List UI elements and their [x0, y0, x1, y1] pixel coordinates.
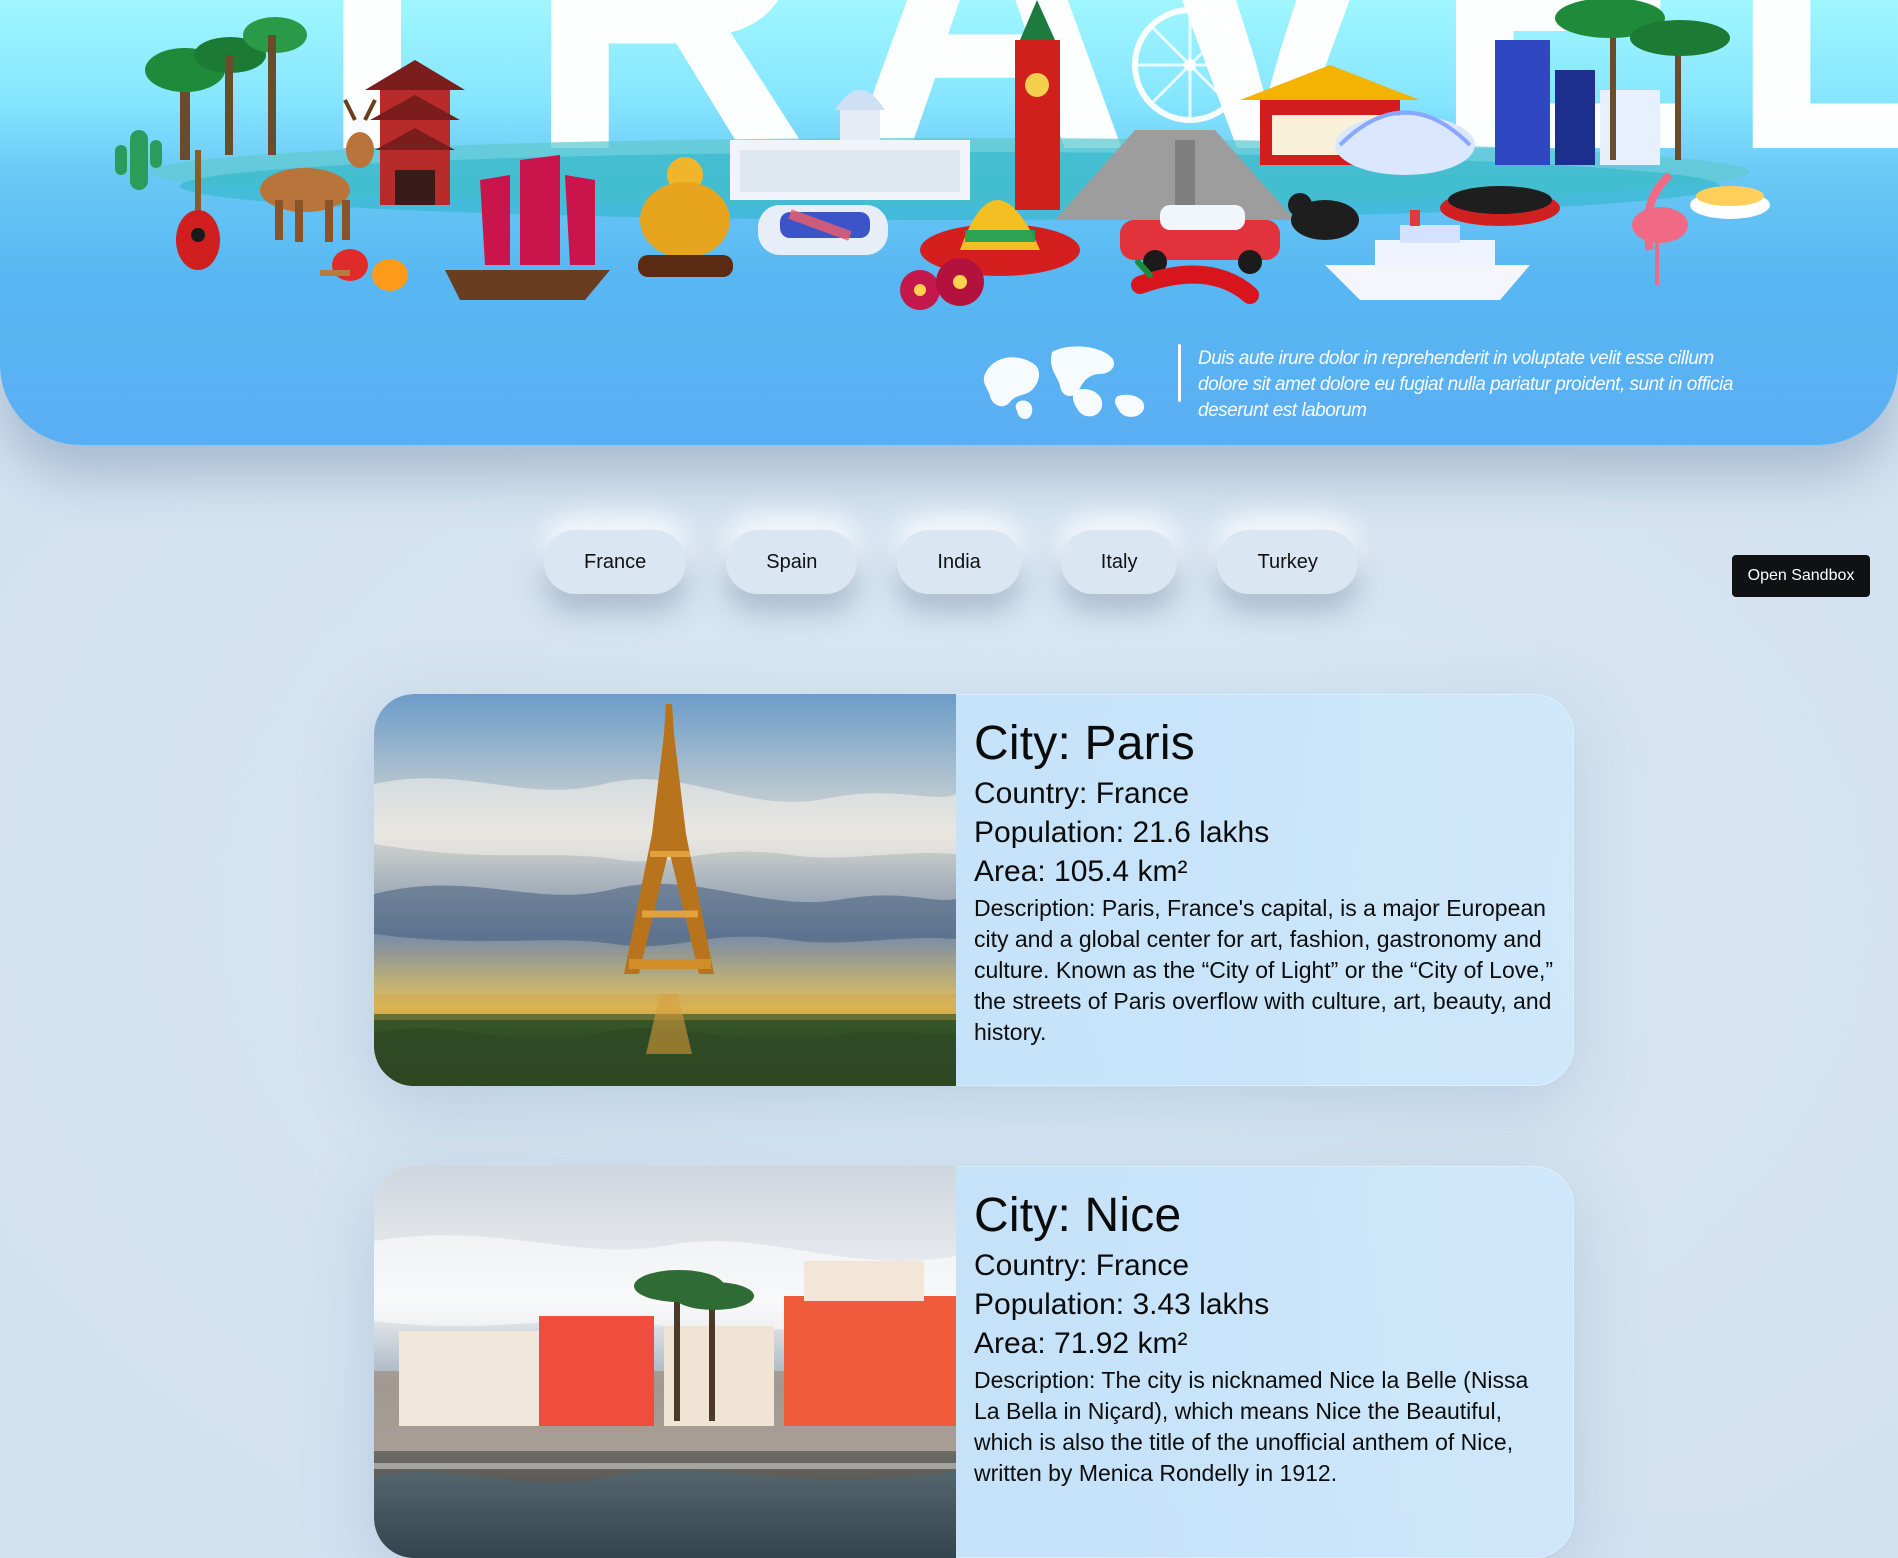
city-info-paris: City: Paris Country: France Population: … — [974, 716, 1559, 1048]
ferris-wheel-icon — [1132, 7, 1248, 123]
city-card-nice: City: Nice Country: France Population: 3… — [374, 1166, 1574, 1558]
hero-divider — [1178, 344, 1181, 402]
tab-italy[interactable]: Italy — [1060, 530, 1178, 594]
nice-square-photo — [374, 1166, 956, 1558]
city-description: Description: Paris, France's capital, is… — [974, 895, 1554, 1045]
city-image-paris — [374, 694, 956, 1086]
city-population: Population: 3.43 lakhs — [974, 1288, 1270, 1321]
maracas-icon — [320, 249, 408, 291]
city-info-nice: City: Nice Country: France Population: 3… — [974, 1188, 1559, 1489]
tree-cluster-icon — [145, 17, 307, 160]
travel-illustration — [115, 0, 1770, 310]
tab-france[interactable]: France — [544, 530, 687, 594]
tab-india[interactable]: India — [897, 530, 1021, 594]
city-population: Population: 21.6 lakhs — [974, 816, 1270, 849]
country-tabs: France Spain India Italy Turkey — [544, 530, 1358, 594]
kremlin-tower-icon — [1015, 0, 1060, 210]
colonial-building-icon — [730, 90, 970, 200]
open-sandbox-button[interactable]: Open Sandbox — [1732, 555, 1870, 597]
city-name: City: Nice — [974, 1189, 1182, 1242]
city-image-nice — [374, 1166, 956, 1558]
city-card-paris: City: Paris Country: France Population: … — [374, 694, 1574, 1086]
tab-spain[interactable]: Spain — [726, 530, 858, 594]
pagoda-icon — [365, 60, 465, 205]
hero-tagline: Duis aute irure dolor in reprehenderit i… — [1198, 348, 1733, 421]
city-country: Country: France — [974, 777, 1190, 810]
city-name: City: Paris — [974, 717, 1195, 770]
skyscraper-icon — [1495, 40, 1660, 165]
cactus-icon — [115, 130, 162, 190]
world-map-icon — [983, 346, 1145, 419]
hero-banner: TRAVEL Duis aute irure dolor in reprehen… — [0, 0, 1898, 445]
city-description: Description: The city is nicknamed Nice … — [974, 1367, 1529, 1486]
eiffel-tower-photo — [374, 694, 956, 1086]
train-icon — [758, 205, 888, 255]
city-area: Area: 71.92 km² — [974, 1327, 1188, 1360]
tab-turkey[interactable]: Turkey — [1217, 530, 1358, 594]
city-area: Area: 105.4 km² — [974, 855, 1188, 888]
city-country: Country: France — [974, 1249, 1190, 1282]
